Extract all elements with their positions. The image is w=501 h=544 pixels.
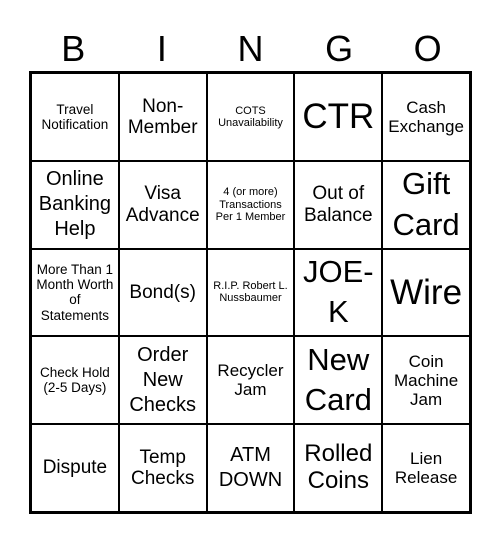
bingo-cell[interactable]: Order New Checks — [118, 336, 207, 425]
bingo-cell[interactable]: Cash Exchange — [382, 73, 470, 161]
bingo-grid: Travel Notification Non-Member COTS Unav… — [29, 71, 472, 514]
bingo-cell[interactable]: Temp Checks — [118, 424, 207, 512]
bingo-cell[interactable]: Wire — [382, 248, 470, 337]
bingo-cell[interactable]: Coin Machine Jam — [382, 336, 470, 425]
bingo-cell[interactable]: Non-Member — [118, 73, 207, 161]
header-letter-i: I — [156, 28, 167, 69]
bingo-cell[interactable]: Bond(s) — [118, 248, 207, 337]
bingo-cell[interactable]: Visa Advance — [118, 160, 207, 249]
bingo-cell[interactable]: Recycler Jam — [206, 336, 295, 425]
bingo-header: B I N G O — [29, 28, 472, 70]
bingo-cell[interactable]: Online Banking Help — [31, 160, 119, 249]
bingo-cell[interactable]: JOE-K — [294, 248, 383, 337]
bingo-cell[interactable]: Travel Notification — [31, 73, 119, 161]
bingo-cell[interactable]: R.I.P. Robert L. Nussbaumer — [206, 248, 295, 337]
bingo-cell[interactable]: More Than 1 Month Worth of Statements — [31, 248, 119, 337]
bingo-cell[interactable]: Out of Balance — [294, 160, 383, 249]
bingo-cell[interactable]: Check Hold (2-5 Days) — [31, 336, 119, 425]
bingo-cell[interactable]: COTS Unavailability — [206, 73, 295, 161]
header-letter-g: G — [325, 28, 354, 69]
bingo-cell[interactable]: Dispute — [31, 424, 119, 512]
bingo-cell[interactable]: ATM DOWN — [206, 424, 295, 512]
bingo-cell[interactable]: Gift Card — [382, 160, 470, 249]
bingo-cell[interactable]: 4 (or more) Transactions Per 1 Member — [206, 160, 295, 249]
header-letter-o: O — [413, 28, 442, 69]
bingo-cell[interactable]: CTR — [294, 73, 383, 161]
header-letter-n: N — [237, 28, 264, 69]
bingo-cell[interactable]: Lien Release — [382, 424, 470, 512]
header-letter-b: B — [61, 28, 86, 69]
bingo-cell[interactable]: New Card — [294, 336, 383, 425]
bingo-cell[interactable]: Rolled Coins — [294, 424, 383, 512]
